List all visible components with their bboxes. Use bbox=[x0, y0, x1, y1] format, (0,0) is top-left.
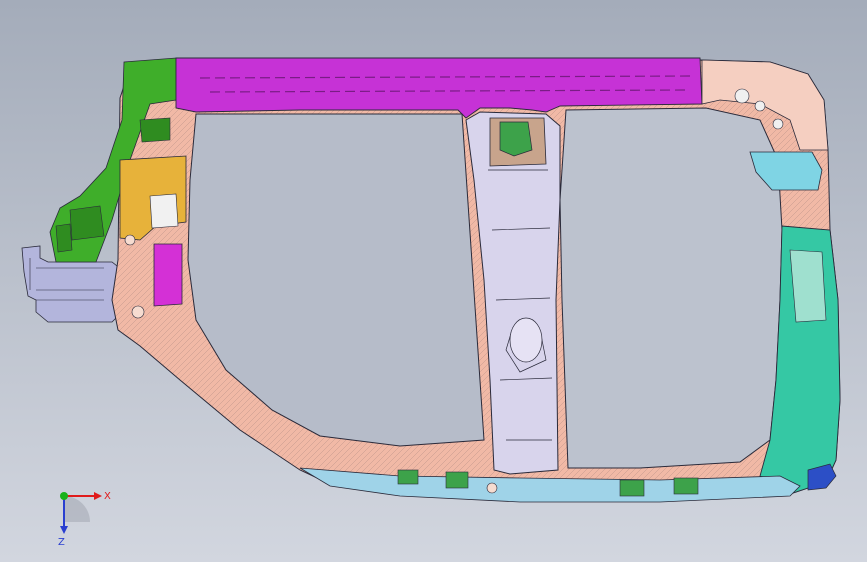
cad-viewport[interactable]: X Z bbox=[0, 0, 867, 562]
triad-shadow bbox=[64, 496, 90, 522]
z-axis-label: Z bbox=[58, 537, 65, 548]
y-axis-origin bbox=[60, 492, 68, 500]
z-axis-arrow bbox=[60, 526, 68, 534]
orientation-triad: X Z bbox=[58, 491, 111, 548]
x-axis-label: X bbox=[104, 491, 111, 502]
x-axis-arrow bbox=[94, 492, 102, 500]
